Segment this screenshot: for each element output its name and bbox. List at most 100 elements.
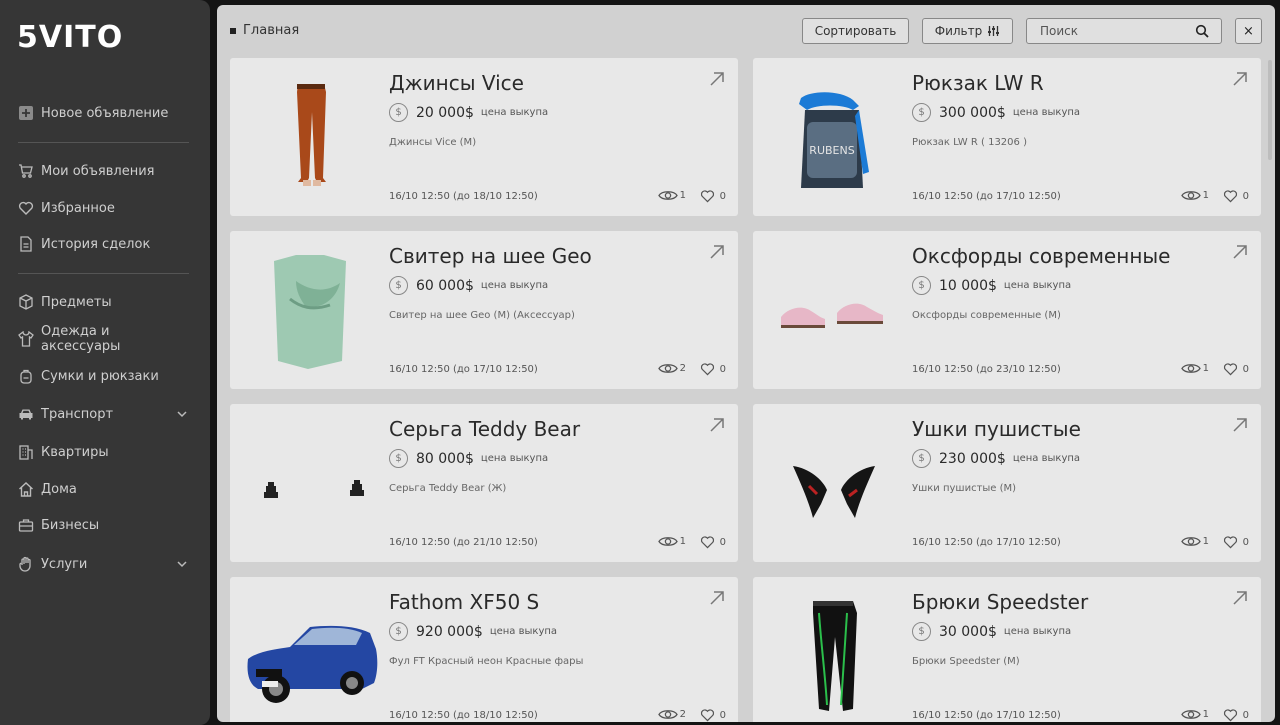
sidebar-item-label: Сумки и рюкзаки xyxy=(41,368,159,384)
building-icon xyxy=(18,444,34,460)
listing-image[interactable] xyxy=(240,589,380,722)
document-icon xyxy=(18,236,34,252)
listing-date: 16/10 12:50 (до 17/10 12:50) xyxy=(389,364,538,375)
listing-card[interactable]: RUBENS Рюкзак LW R $ 300 000$ цена выкуп… xyxy=(753,58,1261,216)
listing-title[interactable]: Оксфорды современные xyxy=(912,244,1171,268)
open-external-icon[interactable] xyxy=(708,243,726,261)
listing-title[interactable]: Ушки пушистые xyxy=(912,417,1081,441)
likes-count: 0 xyxy=(719,709,726,721)
open-external-icon[interactable] xyxy=(1231,416,1249,434)
listing-likes[interactable]: 0 xyxy=(1223,708,1249,722)
listing-price: 30 000$ xyxy=(939,623,997,640)
listing-title[interactable]: Fathom XF50 S xyxy=(389,590,539,614)
listing-image[interactable] xyxy=(240,416,380,550)
sidebar-item-deal-history[interactable]: История сделок xyxy=(18,232,193,256)
listing-price-row: $ 300 000$ цена выкупа xyxy=(912,103,1080,122)
sliders-icon xyxy=(988,26,1000,36)
eye-icon xyxy=(1180,364,1201,373)
open-external-icon[interactable] xyxy=(708,70,726,88)
listing-price-label: цена выкупа xyxy=(1012,107,1081,118)
main-panel: Главная Сортировать Фильтр × Джинсы Vice… xyxy=(217,5,1275,722)
sidebar-item-apartments[interactable]: Квартиры xyxy=(18,440,193,464)
listing-title[interactable]: Серьга Teddy Bear xyxy=(389,417,580,441)
open-external-icon[interactable] xyxy=(708,589,726,607)
filter-button[interactable]: Фильтр xyxy=(922,18,1013,44)
sidebar-item-new-listing[interactable]: Новое объявление xyxy=(18,101,193,125)
dollar-coin-icon: $ xyxy=(389,103,408,122)
heart-icon xyxy=(1223,363,1237,376)
listing-price: 60 000$ xyxy=(416,277,474,294)
listing-price-row: $ 80 000$ цена выкупа xyxy=(389,449,548,468)
listing-card[interactable]: Оксфорды современные $ 10 000$ цена выку… xyxy=(753,231,1261,389)
sidebar-item-bags[interactable]: Сумки и рюкзаки xyxy=(18,364,193,388)
listing-image[interactable] xyxy=(763,416,903,550)
square-icon xyxy=(230,27,236,34)
listing-price: 10 000$ xyxy=(939,277,997,294)
listing-card[interactable]: Свитер на шее Geo $ 60 000$ цена выкупа … xyxy=(230,231,738,389)
sidebar-item-items[interactable]: Предметы xyxy=(18,290,193,314)
sidebar-item-label: Избранное xyxy=(41,200,115,216)
sidebar-item-clothing[interactable]: Одежда и аксессуары xyxy=(18,324,193,354)
listing-title[interactable]: Джинсы Vice xyxy=(389,71,524,95)
listing-likes[interactable]: 0 xyxy=(1223,362,1249,376)
listing-card[interactable]: Брюки Speedster $ 30 000$ цена выкупа Бр… xyxy=(753,577,1261,722)
heart-icon xyxy=(700,363,714,376)
listing-price: 20 000$ xyxy=(416,104,474,121)
listing-date: 16/10 12:50 (до 17/10 12:50) xyxy=(912,191,1061,202)
listing-likes[interactable]: 0 xyxy=(1223,535,1249,549)
listing-likes[interactable]: 0 xyxy=(700,708,726,722)
likes-count: 0 xyxy=(1242,709,1249,721)
open-external-icon[interactable] xyxy=(708,416,726,434)
dollar-coin-icon: $ xyxy=(389,622,408,641)
listing-price-label: цена выкупа xyxy=(480,107,549,118)
sidebar-item-services[interactable]: Услуги xyxy=(18,552,193,576)
listing-image[interactable] xyxy=(763,243,903,377)
search-input[interactable] xyxy=(1027,19,1187,43)
listing-date: 16/10 12:50 (до 23/10 12:50) xyxy=(912,364,1061,375)
listing-image[interactable] xyxy=(240,70,380,204)
eye-icon xyxy=(657,710,678,719)
listing-price: 80 000$ xyxy=(416,450,474,467)
sidebar-item-my-listings[interactable]: Мои объявления xyxy=(18,159,193,183)
eye-icon xyxy=(657,364,678,373)
sidebar-item-label: История сделок xyxy=(41,236,151,252)
sidebar: 5VITO Новое объявление Мои объявления Из… xyxy=(0,0,210,725)
cart-icon xyxy=(18,163,34,179)
listing-title[interactable]: Рюкзак LW R xyxy=(912,71,1044,95)
listing-views: 1 xyxy=(657,535,686,548)
sidebar-item-favorites[interactable]: Избранное xyxy=(18,196,193,220)
scrollbar[interactable] xyxy=(1268,60,1272,160)
listing-likes[interactable]: 0 xyxy=(700,535,726,549)
sidebar-item-businesses[interactable]: Бизнесы xyxy=(18,513,193,537)
briefcase-icon xyxy=(18,517,34,533)
listing-image[interactable]: RUBENS xyxy=(763,70,903,204)
listing-image[interactable] xyxy=(240,243,380,377)
listing-card[interactable]: Fathom XF50 S $ 920 000$ цена выкупа Фул… xyxy=(230,577,738,722)
open-external-icon[interactable] xyxy=(1231,589,1249,607)
listing-card[interactable]: Джинсы Vice $ 20 000$ цена выкупа Джинсы… xyxy=(230,58,738,216)
sidebar-divider xyxy=(18,142,189,143)
sidebar-item-transport[interactable]: Транспорт xyxy=(18,402,193,426)
listing-price: 920 000$ xyxy=(416,623,483,640)
sidebar-item-houses[interactable]: Дома xyxy=(18,477,193,501)
listing-card[interactable]: Серьга Teddy Bear $ 80 000$ цена выкупа … xyxy=(230,404,738,562)
listing-likes[interactable]: 0 xyxy=(700,362,726,376)
listing-title[interactable]: Свитер на шее Geo xyxy=(389,244,592,268)
breadcrumb[interactable]: Главная xyxy=(230,23,299,38)
open-external-icon[interactable] xyxy=(1231,243,1249,261)
chevron-down-icon[interactable] xyxy=(176,558,188,570)
open-external-icon[interactable] xyxy=(1231,70,1249,88)
close-button[interactable]: × xyxy=(1235,18,1262,44)
listing-title[interactable]: Брюки Speedster xyxy=(912,590,1088,614)
listing-likes[interactable]: 0 xyxy=(700,189,726,203)
heart-icon xyxy=(1223,190,1237,203)
search-icon[interactable] xyxy=(1195,24,1209,38)
eye-icon xyxy=(1180,537,1201,546)
heart-icon xyxy=(18,200,34,216)
sort-button[interactable]: Сортировать xyxy=(802,18,909,44)
listing-card[interactable]: Ушки пушистые $ 230 000$ цена выкупа Ушк… xyxy=(753,404,1261,562)
chevron-down-icon[interactable] xyxy=(176,408,188,420)
listing-image[interactable] xyxy=(763,589,903,722)
listing-views: 2 xyxy=(657,708,686,721)
listing-likes[interactable]: 0 xyxy=(1223,189,1249,203)
